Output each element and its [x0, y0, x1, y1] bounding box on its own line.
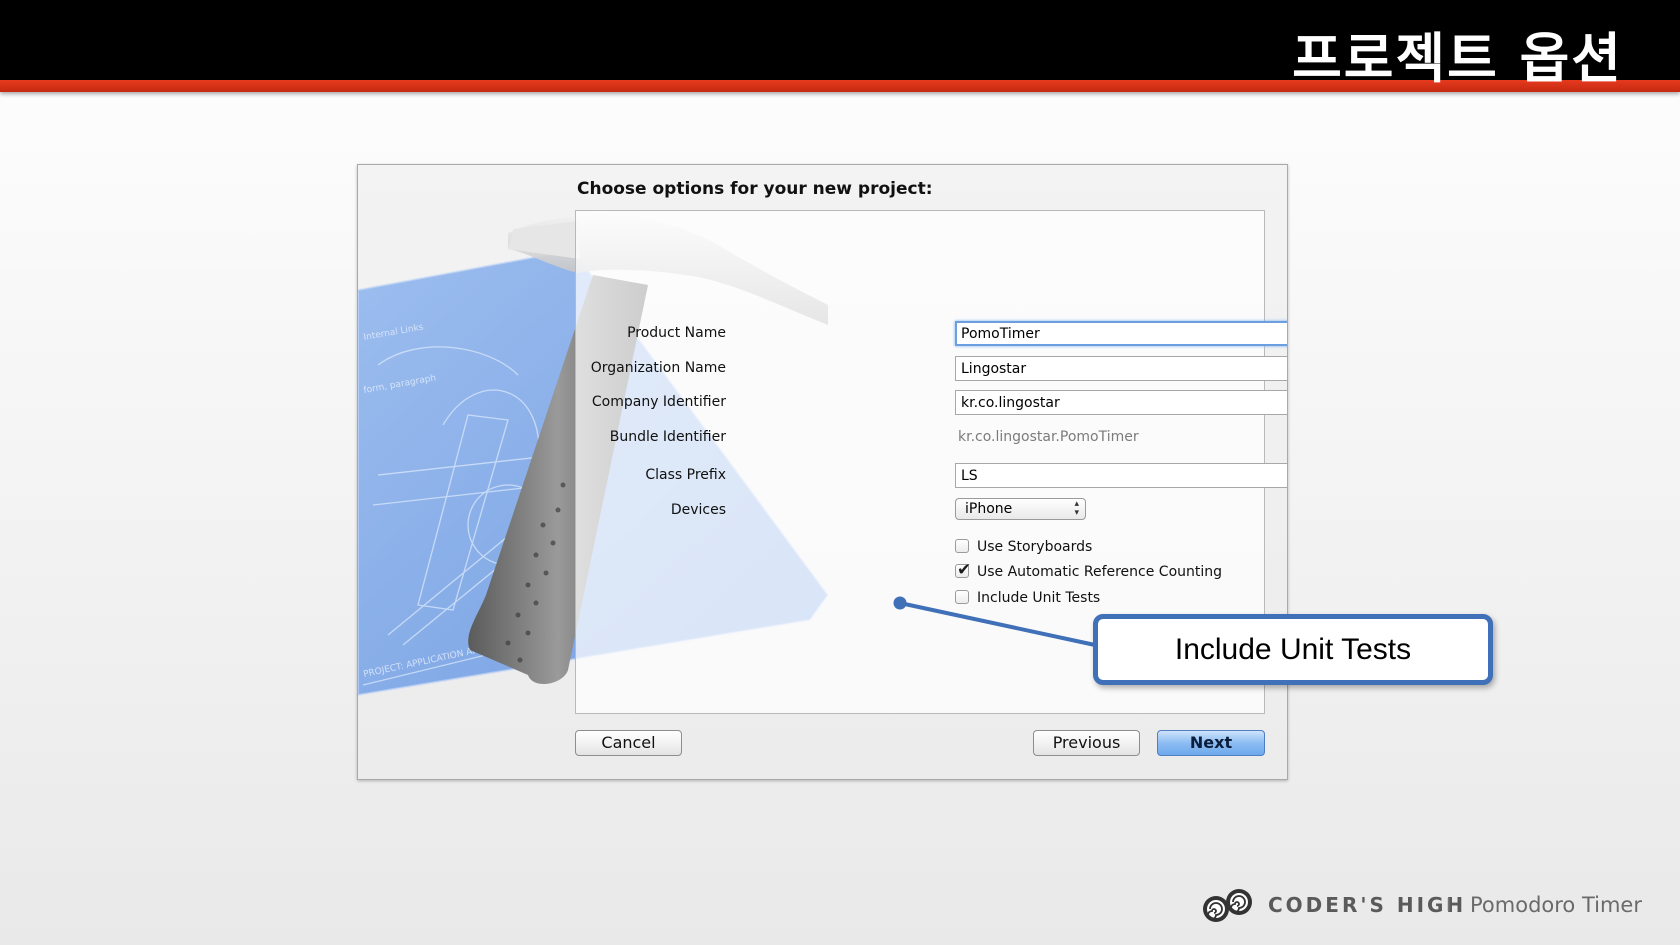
slide-title: 프로젝트 옵션: [1292, 27, 1623, 90]
product-name-field[interactable]: [955, 321, 1287, 346]
previous-button[interactable]: Previous: [1033, 730, 1140, 756]
class-prefix-field[interactable]: [955, 463, 1287, 488]
product-name-label: Product Name: [627, 325, 726, 341]
svg-text:Internal Links: Internal Links: [363, 323, 425, 343]
option-use-storyboards[interactable]: Use Storyboards: [955, 539, 1092, 557]
use-arc-checkbox[interactable]: ✔: [955, 560, 971, 580]
footer-project-name: Pomodoro Timer: [1470, 893, 1642, 917]
use-storyboards-checkbox[interactable]: [955, 539, 969, 553]
use-arc-label: Use Automatic Reference Counting: [977, 564, 1223, 580]
checkmark-icon: ✔: [957, 560, 972, 580]
coders-high-logo-icon: [1203, 889, 1252, 922]
option-use-arc[interactable]: ✔ Use Automatic Reference Counting: [955, 560, 1223, 582]
include-unit-tests-checkbox[interactable]: [955, 590, 969, 604]
svg-text:PROJECT: APPLICATION APP: PROJECT: APPLICATION APP: [363, 645, 485, 680]
new-project-options-dialog: Internal Links form, paragraph PROJECT: …: [357, 164, 1288, 780]
cancel-button[interactable]: Cancel: [575, 730, 682, 756]
organization-name-field[interactable]: [955, 356, 1287, 381]
footer-separator: I: [1446, 895, 1452, 916]
footer-brand: CODER'S HIGH: [1268, 893, 1467, 917]
devices-popup[interactable]: iPhone ▴ ▾: [955, 498, 1086, 520]
slide-title-bar: 프로젝트 옵션: [0, 0, 1680, 92]
devices-label: Devices: [670, 502, 726, 518]
include-unit-tests-label: Include Unit Tests: [977, 590, 1101, 606]
class-prefix-label: Class Prefix: [645, 467, 726, 483]
devices-selected-value: iPhone: [965, 501, 1013, 517]
use-storyboards-label: Use Storyboards: [977, 539, 1093, 555]
bundle-identifier-label: Bundle Identifier: [609, 429, 726, 445]
include-unit-tests-callout: Include Unit Tests: [1093, 614, 1493, 685]
svg-text:form, paragraph: form, paragraph: [363, 373, 437, 396]
bundle-identifier-value: kr.co.lingostar.PomoTimer: [958, 429, 1139, 445]
next-button[interactable]: Next: [1157, 730, 1265, 756]
company-identifier-field[interactable]: [955, 390, 1287, 415]
option-include-unit-tests[interactable]: Include Unit Tests: [955, 590, 1100, 608]
dialog-heading: Choose options for your new project:: [577, 179, 933, 199]
company-identifier-label: Company Identifier: [591, 394, 726, 410]
popup-arrows-icon: ▴ ▾: [1074, 499, 1079, 518]
organization-name-label: Organization Name: [590, 360, 726, 376]
